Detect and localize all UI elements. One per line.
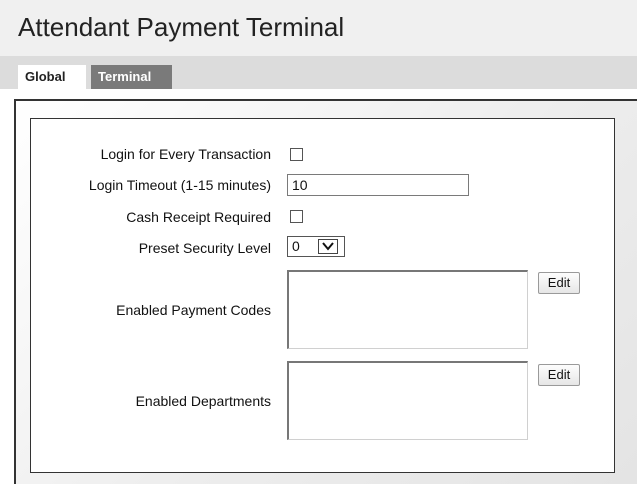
login-every-transaction-label: Login for Every Transaction (100, 146, 271, 162)
enabled-departments-list[interactable] (287, 361, 528, 440)
page-header: Attendant Payment Terminal (0, 0, 637, 56)
chevron-down-icon[interactable] (318, 239, 338, 254)
preset-security-level-label: Preset Security Level (138, 240, 271, 256)
tab-global[interactable]: Global (18, 65, 86, 89)
edit-departments-button[interactable]: Edit (538, 364, 580, 386)
enabled-payment-codes-label: Enabled Payment Codes (116, 302, 271, 318)
preset-security-level-select[interactable]: 0 (287, 236, 345, 257)
preset-security-level-value: 0 (292, 238, 300, 254)
login-every-transaction-checkbox[interactable] (290, 148, 303, 161)
enabled-departments-label: Enabled Departments (135, 393, 271, 409)
login-timeout-input[interactable] (287, 174, 469, 196)
login-timeout-label: Login Timeout (1-15 minutes) (88, 177, 271, 193)
cash-receipt-required-label: Cash Receipt Required (126, 209, 271, 225)
tab-bar: Global Terminal (0, 56, 637, 89)
tab-terminal[interactable]: Terminal (91, 65, 172, 89)
page-title: Attendant Payment Terminal (18, 12, 345, 42)
cash-receipt-required-checkbox[interactable] (290, 210, 303, 223)
enabled-payment-codes-list[interactable] (287, 270, 528, 349)
edit-payment-codes-button[interactable]: Edit (538, 272, 580, 294)
